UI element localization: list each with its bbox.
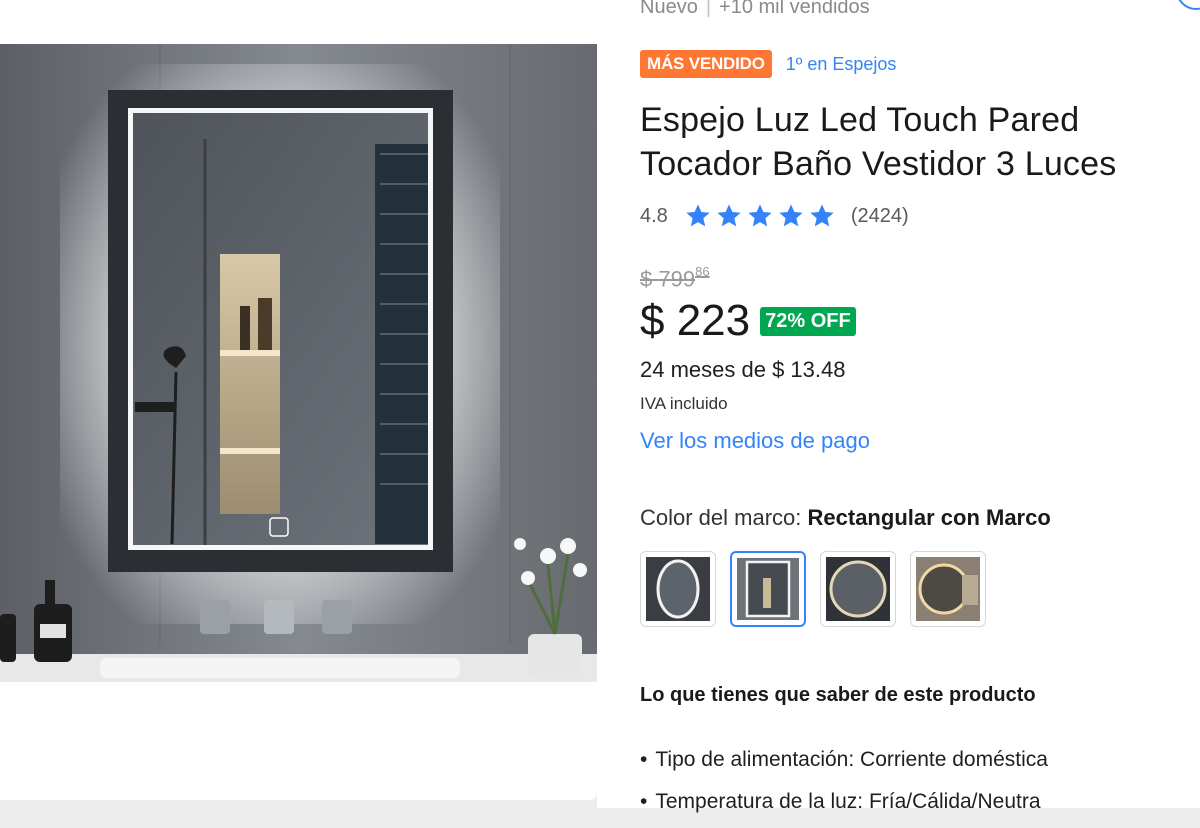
meta-separator: | bbox=[705, 0, 712, 18]
rating-score: 4.8 bbox=[640, 204, 668, 227]
sold-count: +10 mil vendidos bbox=[719, 0, 870, 18]
original-price-symbol: $ bbox=[640, 266, 653, 292]
variant-option-round-dark[interactable] bbox=[820, 551, 896, 627]
original-price-cents: 86 bbox=[695, 264, 710, 279]
variant-selected-name: Rectangular con Marco bbox=[807, 505, 1051, 530]
variant-option-round-gold[interactable] bbox=[910, 551, 986, 627]
variant-thumbnail bbox=[826, 557, 890, 621]
list-item: Temperatura de la luz: Fría/Cálida/Neutr… bbox=[640, 786, 1048, 828]
best-seller-badge: MÁS VENDIDO bbox=[640, 50, 772, 78]
variant-option-oval[interactable] bbox=[640, 551, 716, 627]
discount-badge: 72% OFF bbox=[760, 306, 856, 336]
original-price: $ 79986 bbox=[640, 264, 710, 292]
list-item: Tipo de alimentación: Corriente doméstic… bbox=[640, 744, 1048, 786]
variant-label-text: Color del marco: bbox=[640, 505, 802, 530]
variant-thumbnail bbox=[916, 557, 980, 621]
original-price-integer: 799 bbox=[658, 266, 696, 292]
variant-picker bbox=[640, 551, 1000, 627]
product-meta: Nuevo | +10 mil vendidos bbox=[640, 0, 870, 19]
star-icon bbox=[779, 204, 803, 227]
star-icon bbox=[810, 204, 834, 227]
details-title: Lo que tienes que saber de este producto bbox=[640, 684, 1036, 706]
product-gallery bbox=[0, 0, 597, 800]
tax-note: IVA incluido bbox=[640, 394, 728, 413]
product-title: Espejo Luz Led Touch Pared Tocador Baño … bbox=[640, 101, 1117, 183]
rating-stars bbox=[684, 202, 839, 230]
badge-row: MÁS VENDIDO 1º en Espejos bbox=[640, 50, 896, 78]
ranking-link[interactable]: 1º en Espejos bbox=[786, 54, 897, 75]
star-icon bbox=[686, 204, 710, 227]
condition-label: Nuevo bbox=[640, 0, 698, 18]
variant-thumbnail bbox=[646, 557, 710, 621]
payment-methods-link[interactable]: Ver los medios de pago bbox=[640, 428, 870, 454]
feature-list: Tipo de alimentación: Corriente doméstic… bbox=[640, 744, 1048, 828]
current-price: $ 223 bbox=[640, 296, 751, 345]
price-row: $ 223 72% OFF bbox=[640, 296, 856, 346]
variant-thumbnail bbox=[737, 558, 799, 620]
product-image[interactable] bbox=[0, 44, 597, 682]
variant-option-rectangular[interactable] bbox=[730, 551, 806, 627]
rating-count: (2424) bbox=[850, 204, 909, 227]
rating-row[interactable]: 4.8 (2424) bbox=[640, 202, 909, 230]
installments-text: 24 meses de $ 13.48 bbox=[640, 357, 846, 382]
variant-label: Color del marco: Rectangular con Marco bbox=[640, 505, 1051, 531]
star-icon bbox=[717, 204, 741, 227]
star-icon bbox=[748, 204, 772, 227]
